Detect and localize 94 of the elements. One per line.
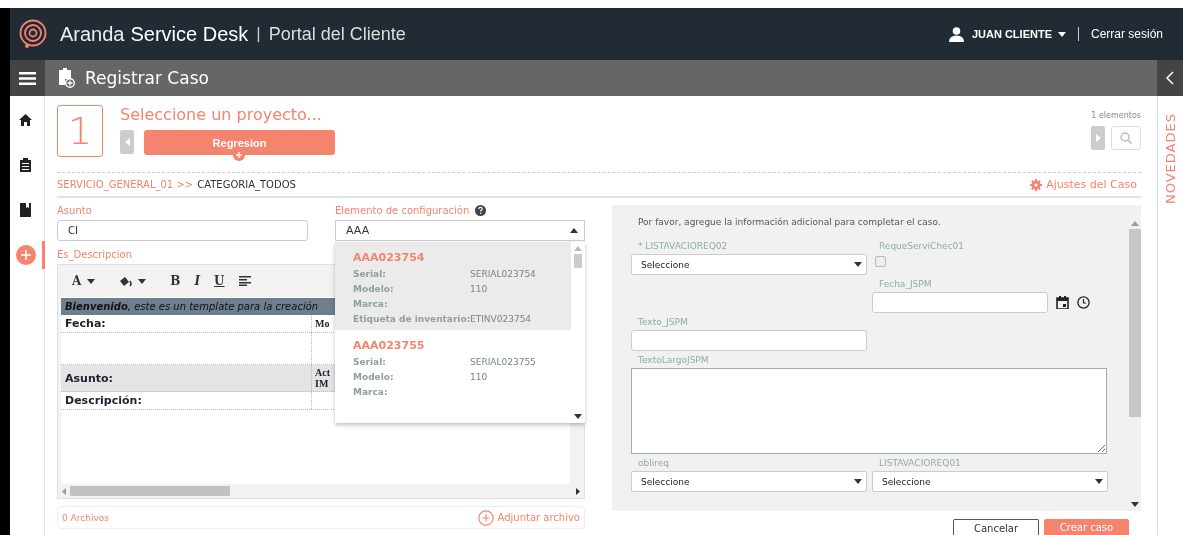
chevron-left-icon (1166, 71, 1174, 85)
toolbar-button[interactable]: A (72, 274, 96, 288)
book-icon (20, 203, 31, 217)
breadcrumb-current: CATEGORIA_TODOS (197, 179, 296, 190)
ci-select[interactable]: AAA (335, 220, 585, 241)
option-field-label: Modelo: (353, 284, 395, 294)
option-field-label: Serial: (353, 269, 387, 279)
search-icon (1120, 132, 1132, 144)
item-count: 1 elementos (1091, 111, 1141, 120)
page-title: Registrar Caso (85, 68, 209, 88)
menu-icon (19, 71, 36, 85)
user-icon (948, 26, 964, 42)
text-area[interactable] (631, 368, 1107, 454)
clock-icon[interactable] (1077, 296, 1090, 309)
text-field[interactable] (631, 330, 867, 351)
toolbar-button[interactable] (119, 275, 147, 287)
option-field-value: 110 (470, 372, 488, 382)
checkbox[interactable] (875, 256, 886, 267)
toolbar-button[interactable]: B (170, 274, 181, 288)
toolbar-button[interactable]: I (194, 274, 201, 288)
option-field-label: Modelo: (353, 372, 395, 382)
field-label: Asunto (57, 205, 93, 216)
caret-left-icon (124, 138, 130, 146)
paint-bucket-icon (119, 275, 133, 287)
settings-icon (1030, 178, 1043, 191)
brand-name: Service Desk (130, 22, 249, 46)
collapse-button[interactable] (1157, 60, 1183, 96)
select-field[interactable]: Seleccione (631, 471, 867, 492)
previous-button[interactable] (120, 130, 134, 154)
add-icon (15, 245, 36, 265)
portal-title: Portal del Cliente (268, 23, 406, 45)
cell-label: Descripción: (65, 394, 142, 407)
caret-icon (1131, 502, 1139, 507)
separator: | (256, 24, 261, 44)
field-label: RequeServiChec01 (878, 241, 966, 251)
option-code: AAA023754 (353, 251, 426, 264)
subject-field[interactable]: CI (57, 220, 308, 241)
cell-label: Fecha: (65, 317, 106, 330)
add-circle-icon (477, 509, 494, 526)
field-label: * LISTAVACIOREQ02 (637, 241, 729, 251)
template-banner: Bienvenido, este es un template para la creación (61, 298, 336, 315)
intro-text: Por favor, agregue la información adicional para completar el caso. (638, 217, 942, 227)
calendar-icon[interactable] (1056, 296, 1069, 309)
help-icon[interactable] (475, 205, 487, 216)
plus-icon[interactable] (233, 149, 245, 161)
caret-icon (1057, 31, 1066, 37)
caret-right-icon[interactable] (576, 487, 580, 495)
cell-label: Act IM (315, 367, 330, 389)
cell-label: Asunto: (65, 371, 113, 385)
select-field[interactable]: Seleccione (631, 254, 867, 275)
field-label: TextoLargoJSPM (637, 355, 710, 365)
toolbar-button[interactable] (238, 276, 251, 286)
step-title: Seleccione un proyecto... (120, 105, 323, 124)
caret-icon (570, 228, 578, 233)
caret-icon (1131, 221, 1139, 226)
user-menu[interactable]: JUAN CLIENTE (971, 28, 1066, 40)
select-field[interactable]: Seleccione (872, 471, 1108, 492)
option-field-label: Serial: (353, 357, 387, 367)
search-button[interactable] (1111, 126, 1141, 150)
logout-link[interactable]: Cerrar sesión (1090, 27, 1163, 41)
date-field[interactable] (872, 292, 1048, 313)
field-label: Elemento de configuración (335, 205, 470, 216)
caret-icon (87, 278, 96, 284)
caret-icon (854, 479, 862, 484)
menu-button[interactable] (10, 60, 45, 96)
caret-icon (574, 414, 582, 419)
field-label: Es_Descripcion (57, 249, 133, 260)
caret-right-icon (1095, 134, 1101, 142)
cancel-button[interactable]: Cancelar (953, 519, 1039, 535)
scrollbar-thumb[interactable] (574, 254, 582, 268)
next-button[interactable] (1091, 126, 1105, 150)
caret-icon (574, 246, 582, 251)
option-field-label: Etiqueta de inventario: (353, 314, 470, 324)
align-icon (238, 276, 251, 286)
field-label: Fecha_JSPM (878, 279, 933, 289)
step-number: 1 (57, 105, 103, 157)
caret-icon (138, 278, 147, 284)
brand-name: Aranda (60, 22, 125, 46)
attachment-count: 0 Archivos (62, 512, 109, 523)
clipboard-add-icon (59, 68, 75, 88)
clipboard-icon (20, 158, 31, 172)
caret-icon (1095, 479, 1103, 484)
caret-left-icon[interactable] (62, 487, 66, 495)
toolbar-button[interactable]: U (214, 274, 225, 288)
field-label: oblireq (637, 458, 670, 468)
option-field-label: Marca: (353, 387, 389, 397)
caret-icon (854, 262, 862, 267)
logo-icon (18, 19, 48, 49)
option-code: AAA023755 (353, 339, 426, 352)
field-label: LISTAVACIOREQ01 (878, 458, 962, 468)
option-field-label: Marca: (353, 299, 389, 309)
home-icon (19, 114, 32, 126)
field-label: Texto_JSPM (637, 317, 689, 327)
cell-label: Mo (315, 318, 330, 329)
